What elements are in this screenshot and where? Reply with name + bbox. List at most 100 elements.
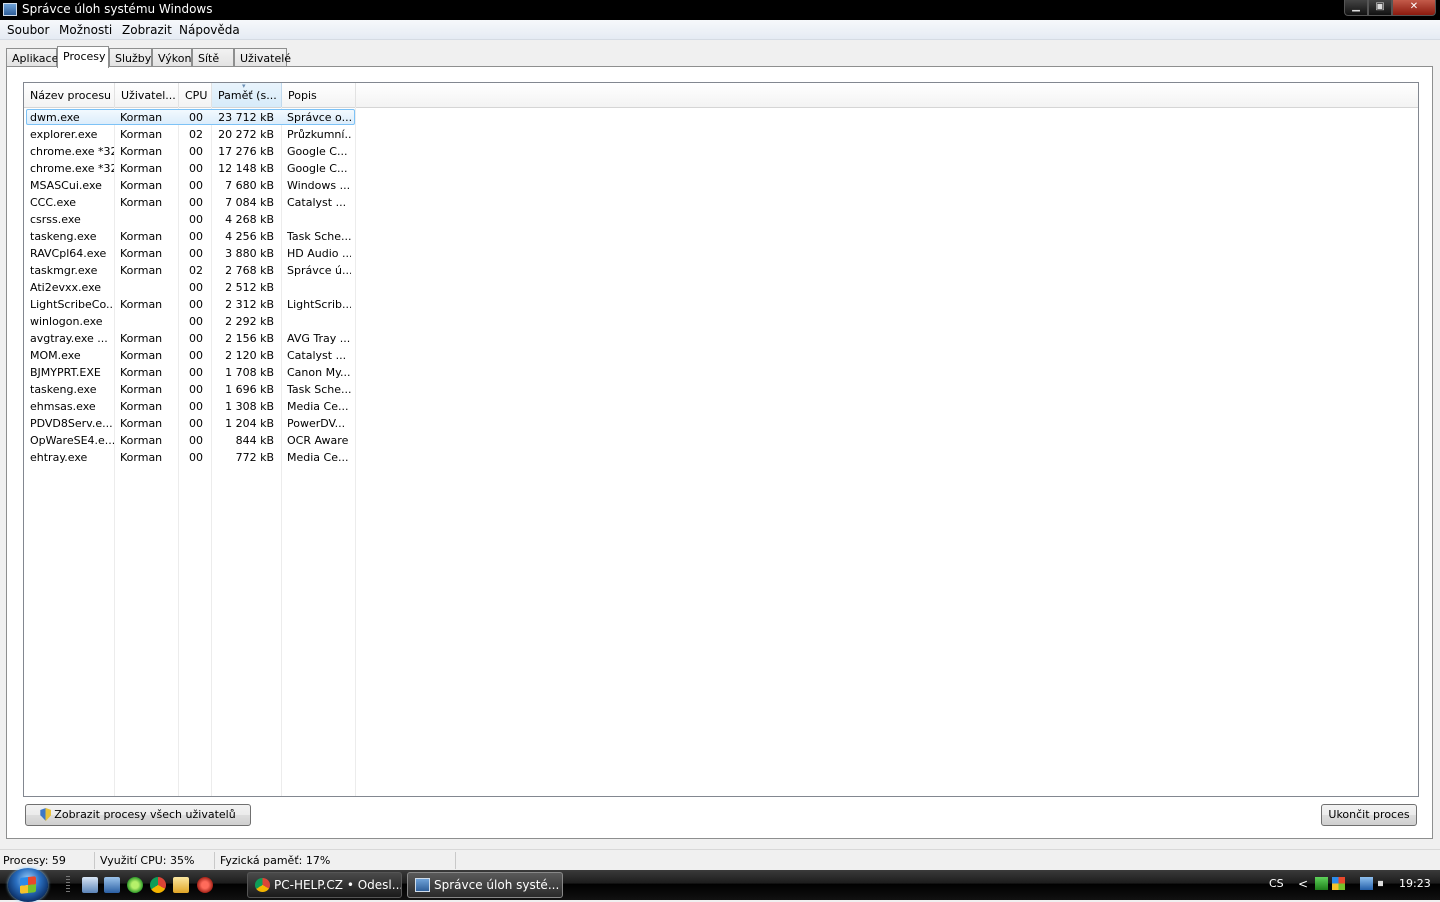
table-row[interactable]: MSASCui.exe Korman 00 7 680 kB Windows ... bbox=[24, 177, 364, 194]
table-row[interactable]: explorer.exe Korman 02 20 272 kB Průzkumní..… bbox=[24, 126, 364, 143]
cell-process-name: ehmsas.exe bbox=[30, 400, 96, 413]
cell-memory: 2 312 kB bbox=[225, 298, 274, 311]
status-separator bbox=[94, 852, 95, 869]
cell-process-name: chrome.exe *32 bbox=[30, 145, 114, 158]
show-desktop-icon[interactable] bbox=[82, 877, 98, 893]
table-row[interactable]: winlogon.exe 00 2 292 kB bbox=[24, 313, 364, 330]
table-row[interactable]: chrome.exe *32 Korman 00 12 148 kB Google C.… bbox=[24, 160, 364, 177]
table-row[interactable]: RAVCpl64.exe Korman 00 3 880 kB HD Audio ... bbox=[24, 245, 364, 262]
mail-icon[interactable] bbox=[173, 877, 189, 893]
cell-process-name: explorer.exe bbox=[30, 128, 98, 141]
cell-process-name: RAVCpl64.exe bbox=[30, 247, 107, 260]
network-icon[interactable] bbox=[1360, 877, 1373, 890]
cell-memory: 2 156 kB bbox=[225, 332, 274, 345]
table-row[interactable]: taskmgr.exe Korman 02 2 768 kB Správce ú... bbox=[24, 262, 364, 279]
tab-networking[interactable]: Sítě bbox=[192, 48, 234, 66]
table-row[interactable]: avgtray.exe ... Korman 00 2 156 kB AVG Tray … bbox=[24, 330, 364, 347]
column-header-description[interactable]: Popis bbox=[282, 83, 356, 107]
cell-user: Korman bbox=[120, 332, 163, 345]
table-row[interactable]: PDVD8Serv.e... Korman 00 1 204 kB PowerDV... bbox=[24, 415, 364, 432]
window-controls: ▁ ▣ ✕ bbox=[1344, 0, 1436, 18]
cell-cpu: 00 bbox=[189, 230, 203, 243]
cell-memory: 2 768 kB bbox=[225, 264, 274, 277]
windows-security-icon[interactable] bbox=[1332, 877, 1345, 890]
table-row[interactable]: ehtray.exe Korman 00 772 kB Media Ce... bbox=[24, 449, 364, 466]
maximize-button[interactable]: ▣ bbox=[1368, 0, 1392, 16]
table-row[interactable]: LightScribeCo... Korman 00 2 312 kB LightScr… bbox=[24, 296, 364, 313]
tab-performance[interactable]: Výkon bbox=[152, 48, 192, 66]
close-button[interactable]: ✕ bbox=[1392, 0, 1436, 16]
cell-user: Korman bbox=[120, 264, 163, 277]
table-row[interactable]: ehmsas.exe Korman 00 1 308 kB Media Ce... bbox=[24, 398, 364, 415]
cell-description: OCR Aware bbox=[287, 434, 349, 447]
cell-process-name: BJMYPRT.EXE bbox=[30, 366, 101, 379]
table-row[interactable]: MOM.exe Korman 00 2 120 kB Catalyst ... bbox=[24, 347, 364, 364]
column-header-memory[interactable]: ▾ Paměť (s... bbox=[212, 83, 282, 107]
cell-description: Task Sche... bbox=[287, 383, 351, 396]
cell-user: Korman bbox=[120, 400, 163, 413]
cell-process-name: MSASCui.exe bbox=[30, 179, 102, 192]
cell-description: Media Ce... bbox=[287, 400, 349, 413]
cell-user: Korman bbox=[120, 128, 163, 141]
cell-process-name: CCC.exe bbox=[30, 196, 77, 209]
task-manager-icon bbox=[415, 878, 430, 892]
quick-launch-grip[interactable] bbox=[66, 876, 70, 894]
menu-view[interactable]: Zobrazit bbox=[122, 23, 172, 37]
cell-memory: 1 708 kB bbox=[225, 366, 274, 379]
cell-description: Catalyst ... bbox=[287, 196, 347, 209]
start-button[interactable] bbox=[8, 868, 48, 902]
cell-user: Korman bbox=[120, 298, 163, 311]
show-all-processes-button[interactable]: Zobrazit procesy všech uživatelů bbox=[25, 804, 251, 826]
tab-services[interactable]: Služby bbox=[109, 48, 152, 66]
language-indicator[interactable]: CS bbox=[1269, 877, 1284, 890]
media-icon[interactable] bbox=[197, 877, 213, 893]
cell-cpu: 00 bbox=[189, 162, 203, 175]
cell-cpu: 00 bbox=[189, 451, 203, 464]
cell-process-name: taskeng.exe bbox=[30, 230, 97, 243]
table-row[interactable]: csrss.exe 00 4 268 kB bbox=[24, 211, 364, 228]
cell-memory: 20 272 kB bbox=[218, 128, 274, 141]
cell-description: Průzkumní... bbox=[287, 128, 351, 141]
menu-help[interactable]: Nápověda bbox=[179, 23, 240, 37]
column-header-cpu[interactable]: CPU bbox=[179, 83, 212, 107]
end-process-button[interactable]: Ukončit proces bbox=[1321, 804, 1417, 826]
cell-memory: 2 292 kB bbox=[225, 315, 274, 328]
status-bar: Procesy: 59 Využití CPU: 35% Fyzická pam… bbox=[0, 849, 1440, 871]
column-header-name[interactable]: Název procesu bbox=[24, 83, 115, 107]
table-row[interactable]: CCC.exe Korman 00 7 084 kB Catalyst ... bbox=[24, 194, 364, 211]
clock[interactable]: 19:23 bbox=[1399, 877, 1431, 890]
process-list[interactable]: Název procesu Uživatel... CPU ▾ Paměť (s… bbox=[23, 82, 1419, 797]
table-row[interactable]: taskeng.exe Korman 00 1 696 kB Task Sche... bbox=[24, 381, 364, 398]
table-row[interactable]: BJMYPRT.EXE Korman 00 1 708 kB Canon My... bbox=[24, 364, 364, 381]
status-cpu-usage: Využití CPU: 35% bbox=[100, 854, 195, 867]
tray-app-icon[interactable] bbox=[1315, 877, 1328, 890]
cell-memory: 772 kB bbox=[235, 451, 274, 464]
tray-expand-chevron-icon[interactable]: < bbox=[1298, 877, 1308, 891]
taskbar bbox=[0, 870, 1440, 900]
column-header-user[interactable]: Uživatel... bbox=[115, 83, 179, 107]
tab-processes[interactable]: Procesy bbox=[57, 46, 109, 68]
cell-user: Korman bbox=[120, 434, 163, 447]
minimize-button[interactable]: ▁ bbox=[1344, 0, 1368, 16]
column-header-memory-label: Paměť (s... bbox=[218, 89, 277, 102]
tab-applications[interactable]: Aplikace bbox=[6, 48, 58, 66]
menu-file[interactable]: Soubor bbox=[7, 23, 49, 37]
taskbar-item-task-manager[interactable]: Správce úloh systé... bbox=[407, 872, 563, 898]
show-all-processes-label: Zobrazit procesy všech uživatelů bbox=[54, 808, 236, 821]
menu-options[interactable]: Možnosti bbox=[59, 23, 112, 37]
chrome-icon[interactable] bbox=[150, 877, 166, 893]
cell-user: Korman bbox=[120, 111, 163, 124]
cell-process-name: ehtray.exe bbox=[30, 451, 88, 464]
switch-windows-icon[interactable] bbox=[104, 877, 120, 893]
cell-description: Catalyst ... bbox=[287, 349, 347, 362]
table-row[interactable]: dwm.exe Korman 00 23 712 kB Správce o... bbox=[24, 109, 364, 126]
cell-process-name: winlogon.exe bbox=[30, 315, 103, 328]
cell-cpu: 02 bbox=[189, 128, 203, 141]
tab-users[interactable]: Uživatelé bbox=[234, 48, 291, 66]
table-row[interactable]: chrome.exe *32 Korman 00 17 276 kB Google C.… bbox=[24, 143, 364, 160]
app-launcher-icon[interactable] bbox=[127, 877, 143, 893]
table-row[interactable]: taskeng.exe Korman 00 4 256 kB Task Sche... bbox=[24, 228, 364, 245]
taskbar-item-chrome[interactable]: PC-HELP.CZ • Odesl... bbox=[247, 872, 402, 898]
table-row[interactable]: Ati2evxx.exe 00 2 512 kB bbox=[24, 279, 364, 296]
table-row[interactable]: OpWareSE4.e... Korman 00 844 kB OCR Aware bbox=[24, 432, 364, 449]
